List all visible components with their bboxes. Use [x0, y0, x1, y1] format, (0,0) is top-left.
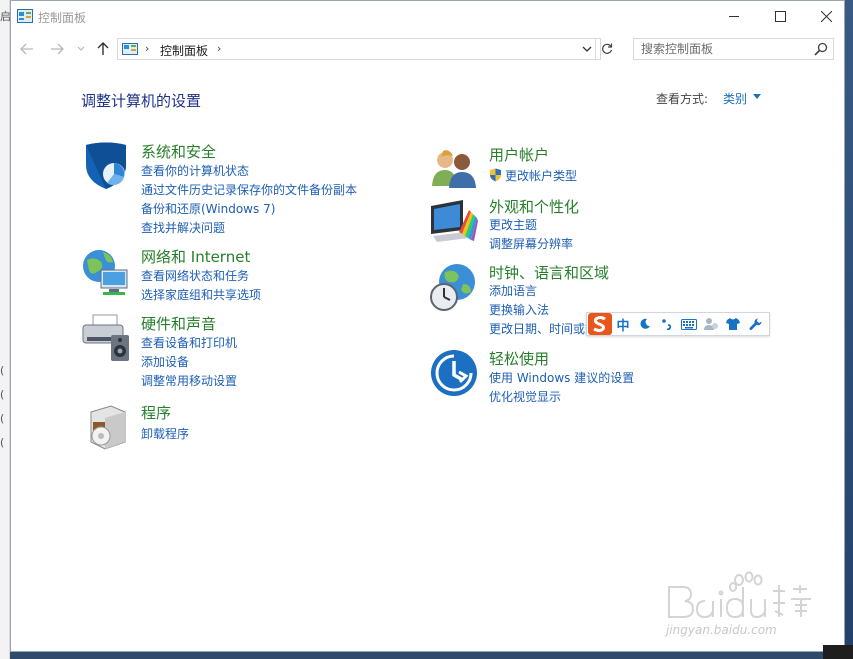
background-text: (	[0, 436, 5, 449]
link-change-theme[interactable]: 更改主题	[489, 216, 537, 233]
category-appearance: 外观和个性化 更改主题 调整屏幕分辨率	[429, 196, 749, 256]
network-globe-icon[interactable]	[81, 246, 131, 296]
back-button[interactable]	[17, 39, 37, 59]
arrow-up-icon	[97, 42, 109, 55]
link-troubleshoot[interactable]: 查找并解决问题	[141, 219, 225, 236]
category-programs: 程序 卸载程序	[81, 402, 401, 452]
desktop-background	[845, 0, 853, 659]
title-bar[interactable]: 控制面板	[11, 1, 844, 33]
watermark-url: jingyan.baidu.com	[666, 623, 777, 637]
maximize-icon	[774, 10, 786, 22]
ease-of-access-icon[interactable]	[429, 348, 479, 398]
refresh-icon	[601, 43, 612, 54]
close-icon	[820, 10, 832, 22]
chevron-down-icon	[77, 46, 85, 51]
category-title-network[interactable]: 网络和 Internet	[141, 246, 250, 267]
link-windows-recommended-settings[interactable]: 使用 Windows 建议的设置	[489, 369, 634, 386]
link-file-history-backup[interactable]: 通过文件历史记录保存你的文件备份副本	[141, 181, 357, 198]
printer-speaker-icon[interactable]	[81, 313, 131, 363]
background-text: (	[0, 412, 5, 425]
arrow-right-icon	[51, 43, 64, 55]
link-mobility-settings[interactable]: 调整常用移动设置	[141, 372, 237, 389]
ime-chinese-mode-toggle[interactable]: 中	[612, 313, 634, 335]
caret-down-icon[interactable]	[753, 94, 761, 100]
search-box[interactable]	[633, 38, 834, 60]
view-by-dropdown[interactable]: 类别	[723, 90, 747, 107]
ime-user-icon[interactable]	[700, 313, 722, 335]
taskbar-corner	[823, 645, 853, 659]
arrow-left-icon	[20, 43, 33, 55]
background-window-edge: 启 ( ( ( (	[0, 0, 11, 659]
link-network-status[interactable]: 查看网络状态和任务	[141, 267, 249, 284]
forward-button[interactable]	[47, 39, 67, 59]
link-add-device[interactable]: 添加设备	[141, 353, 189, 370]
maximize-button[interactable]	[757, 1, 803, 31]
address-bar[interactable]: › 控制面板 ›	[117, 38, 612, 60]
ime-halfwidth-moon-icon[interactable]	[634, 313, 656, 335]
recent-locations-button[interactable]	[71, 39, 91, 59]
breadcrumb-control-panel[interactable]: 控制面板	[160, 42, 208, 59]
link-change-account-type[interactable]: 更改帐户类型	[505, 167, 577, 184]
category-title-system-security[interactable]: 系统和安全	[141, 141, 216, 162]
category-system-security: 系统和安全 查看你的计算机状态 通过文件历史记录保存你的文件备份副本 备份和还原…	[81, 141, 401, 236]
link-view-computer-status[interactable]: 查看你的计算机状态	[141, 162, 249, 179]
category-ease-of-access: 轻松使用 使用 Windows 建议的设置 优化视觉显示	[429, 348, 749, 408]
category-title-ease-of-access[interactable]: 轻松使用	[489, 348, 549, 369]
clock-globe-icon[interactable]	[429, 262, 479, 312]
link-uninstall-program[interactable]: 卸载程序	[141, 425, 189, 442]
uac-shield-icon	[490, 168, 501, 182]
window-title: 控制面板	[38, 11, 87, 25]
category-title-user-accounts[interactable]: 用户帐户	[489, 144, 549, 165]
navigation-bar: › 控制面板 ›	[11, 33, 844, 65]
page-title: 调整计算机的设置	[81, 92, 202, 110]
refresh-button[interactable]	[595, 38, 617, 60]
category-network: 网络和 Internet 查看网络状态和任务 选择家庭组和共享选项	[81, 246, 401, 306]
minimize-button[interactable]	[711, 1, 757, 31]
shield-icon[interactable]	[81, 141, 131, 191]
sogou-ime-toolbar[interactable]: 中	[586, 312, 770, 336]
background-text: (	[0, 388, 5, 401]
ime-settings-wrench-icon[interactable]	[744, 313, 766, 335]
link-backup-restore[interactable]: 备份和还原(Windows 7)	[141, 200, 275, 217]
background-text: (	[0, 364, 5, 377]
up-button[interactable]	[93, 39, 113, 59]
category-user-accounts: 用户帐户 更改帐户类型	[429, 144, 749, 189]
link-screen-resolution[interactable]: 调整屏幕分辨率	[489, 235, 573, 252]
link-change-date-time[interactable]: 更改日期、时间或数	[489, 320, 597, 337]
search-icon[interactable]	[814, 42, 828, 56]
users-icon[interactable]	[429, 144, 479, 194]
category-hardware-sound: 硬件和声音 查看设备和打印机 添加设备 调整常用移动设置	[81, 313, 401, 393]
control-panel-icon	[17, 9, 33, 23]
category-title-hardware-sound[interactable]: 硬件和声音	[141, 313, 216, 334]
link-optimize-visual-display[interactable]: 优化视觉显示	[489, 388, 561, 405]
view-by-label: 查看方式:	[656, 92, 709, 106]
ime-skin-shirt-icon[interactable]	[722, 313, 744, 335]
programs-icon[interactable]	[81, 402, 131, 452]
link-add-language[interactable]: 添加语言	[489, 282, 537, 299]
control-panel-icon	[122, 43, 138, 55]
category-title-appearance[interactable]: 外观和个性化	[489, 196, 579, 217]
baidu-jingyan-watermark-logo	[668, 571, 811, 619]
breadcrumb-separator[interactable]: ›	[217, 42, 221, 55]
category-title-programs[interactable]: 程序	[141, 402, 171, 423]
chevron-down-icon[interactable]	[580, 42, 594, 56]
sogou-logo-icon[interactable]	[588, 313, 612, 335]
link-devices-printers[interactable]: 查看设备和打印机	[141, 334, 237, 351]
link-change-input-method[interactable]: 更换输入法	[489, 301, 549, 318]
link-homegroup-sharing[interactable]: 选择家庭组和共享选项	[141, 286, 261, 303]
breadcrumb-separator[interactable]: ›	[145, 42, 149, 55]
appearance-monitor-icon[interactable]	[429, 196, 479, 246]
ime-keyboard-icon[interactable]	[678, 313, 700, 335]
ime-punctuation-icon[interactable]	[656, 313, 678, 335]
search-input[interactable]	[634, 39, 809, 59]
close-button[interactable]	[803, 1, 844, 31]
category-title-clock-language-region[interactable]: 时钟、语言和区域	[489, 262, 609, 283]
minimize-icon	[728, 15, 739, 17]
